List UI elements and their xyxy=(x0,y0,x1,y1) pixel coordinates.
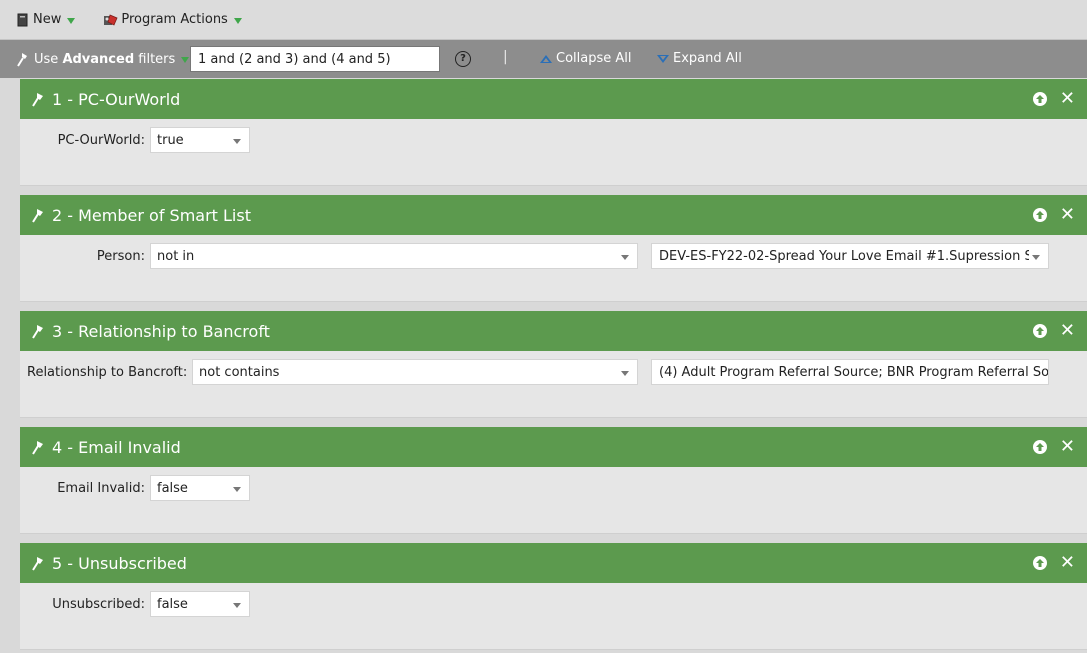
use-text: Use xyxy=(34,51,59,67)
filter-title: 2 - Member of Smart List xyxy=(52,205,251,225)
move-up-icon[interactable] xyxy=(1032,556,1047,570)
value-select[interactable]: false xyxy=(150,591,250,617)
operator-text: not contains xyxy=(199,364,280,380)
filter-body: Relationship to Bancroft: not contains (… xyxy=(20,351,1087,417)
value-text: false xyxy=(157,480,188,496)
chevron-down-icon xyxy=(233,603,241,608)
program-actions-label: Program Actions xyxy=(121,12,228,27)
filter-title: 1 - PC-OurWorld xyxy=(52,89,181,109)
chevron-down-icon xyxy=(233,139,241,144)
filter-body: Unsubscribed: false xyxy=(20,583,1087,649)
filter-body: PC-OurWorld: true xyxy=(20,119,1087,185)
wrench-icon xyxy=(32,325,43,339)
move-up-icon[interactable] xyxy=(1032,208,1047,222)
filter-title: 3 - Relationship to Bancroft xyxy=(52,321,270,341)
filter-body: Person: not in DEV-ES-FY22-02-Spread You… xyxy=(20,235,1087,301)
move-up-icon[interactable] xyxy=(1032,324,1047,338)
new-label: New xyxy=(33,12,62,27)
chevron-down-icon xyxy=(233,487,241,492)
smart-list-select[interactable]: DEV-ES-FY22-02-Spread Your Love Email #1… xyxy=(651,243,1049,269)
filter-block-2: 2 - Member of Smart List ✕ Person: not i… xyxy=(20,195,1087,302)
new-document-icon xyxy=(17,13,28,26)
wrench-icon xyxy=(32,209,43,223)
value-select[interactable]: true xyxy=(150,127,250,153)
filter-header[interactable]: 2 - Member of Smart List ✕ xyxy=(20,195,1087,235)
advanced-filters-toggle[interactable]: Use Advanced filters xyxy=(16,51,190,67)
filter-actions: ✕ xyxy=(1032,90,1075,108)
relationship-value-input[interactable]: (4) Adult Program Referral Source; BNR P… xyxy=(651,359,1049,385)
filter-header[interactable]: 4 - Email Invalid ✕ xyxy=(20,427,1087,467)
filter-bar: Use Advanced filters ? | Collapse All Ex… xyxy=(0,40,1087,78)
field-label: Unsubscribed: xyxy=(52,597,145,612)
filter-title: 4 - Email Invalid xyxy=(52,437,181,457)
smart-list-text: DEV-ES-FY22-02-Spread Your Love Email #1… xyxy=(659,248,1029,264)
remove-filter-icon[interactable]: ✕ xyxy=(1060,90,1075,108)
expand-all-button[interactable]: Expand All xyxy=(657,51,742,66)
collapse-icon xyxy=(540,54,552,63)
remove-filter-icon[interactable]: ✕ xyxy=(1060,206,1075,224)
program-actions-dropdown-icon xyxy=(233,17,242,24)
field-label: Person: xyxy=(96,249,145,264)
value-select[interactable]: false xyxy=(150,475,250,501)
advanced-filters-label: Use Advanced filters xyxy=(34,52,175,67)
filter-block-5: 5 - Unsubscribed ✕ Unsubscribed: false xyxy=(20,543,1087,650)
filter-title: 5 - Unsubscribed xyxy=(52,553,187,573)
chevron-down-icon xyxy=(621,255,629,260)
wrench-icon xyxy=(32,557,43,571)
field-label: Email Invalid: xyxy=(57,481,145,496)
expand-icon xyxy=(657,54,669,63)
operator-select[interactable]: not in xyxy=(150,243,638,269)
new-button[interactable]: New xyxy=(17,8,76,32)
wrench-icon xyxy=(32,93,43,107)
filter-header[interactable]: 3 - Relationship to Bancroft ✕ xyxy=(20,311,1087,351)
move-up-icon[interactable] xyxy=(1032,440,1047,454)
wrench-icon xyxy=(32,441,43,455)
filter-logic-input[interactable] xyxy=(190,46,440,72)
filter-body: Email Invalid: false xyxy=(20,467,1087,533)
filter-actions: ✕ xyxy=(1032,206,1075,224)
expand-all-label: Expand All xyxy=(673,51,742,66)
filter-block-4: 4 - Email Invalid ✕ Email Invalid: false xyxy=(20,427,1087,534)
filter-block-3: 3 - Relationship to Bancroft ✕ Relations… xyxy=(20,311,1087,418)
advanced-text: Advanced xyxy=(62,51,135,67)
chevron-down-icon xyxy=(1032,255,1040,260)
remove-filter-icon[interactable]: ✕ xyxy=(1060,322,1075,340)
wrench-icon xyxy=(17,53,27,67)
filter-actions: ✕ xyxy=(1032,322,1075,340)
collapse-all-button[interactable]: Collapse All xyxy=(540,51,632,66)
field-label: Relationship to Bancroft: xyxy=(27,365,188,380)
value-text: true xyxy=(157,132,184,148)
value-text: false xyxy=(157,596,188,612)
filter-actions: ✕ xyxy=(1032,554,1075,572)
filter-header[interactable]: 5 - Unsubscribed ✕ xyxy=(20,543,1087,583)
new-dropdown-icon xyxy=(67,17,76,24)
help-icon[interactable]: ? xyxy=(455,51,471,67)
chevron-down-icon xyxy=(621,371,629,376)
toolbar-divider: | xyxy=(503,49,508,65)
collapse-all-label: Collapse All xyxy=(556,51,632,66)
filters-text: filters xyxy=(138,51,176,67)
program-actions-icon xyxy=(104,13,118,26)
advanced-filters-dropdown-icon xyxy=(181,57,190,63)
field-label: PC-OurWorld: xyxy=(57,133,145,148)
move-up-icon[interactable] xyxy=(1032,92,1047,106)
filter-header[interactable]: 1 - PC-OurWorld ✕ xyxy=(20,79,1087,119)
operator-select[interactable]: not contains xyxy=(192,359,638,385)
top-toolbar: New Program Actions xyxy=(0,0,1087,40)
relationship-value-text: (4) Adult Program Referral Source; BNR P… xyxy=(659,364,1049,380)
operator-text: not in xyxy=(157,248,195,264)
program-actions-button[interactable]: Program Actions xyxy=(103,8,242,32)
remove-filter-icon[interactable]: ✕ xyxy=(1060,554,1075,572)
filter-block-1: 1 - PC-OurWorld ✕ PC-OurWorld: true xyxy=(20,79,1087,186)
filter-actions: ✕ xyxy=(1032,438,1075,456)
remove-filter-icon[interactable]: ✕ xyxy=(1060,438,1075,456)
